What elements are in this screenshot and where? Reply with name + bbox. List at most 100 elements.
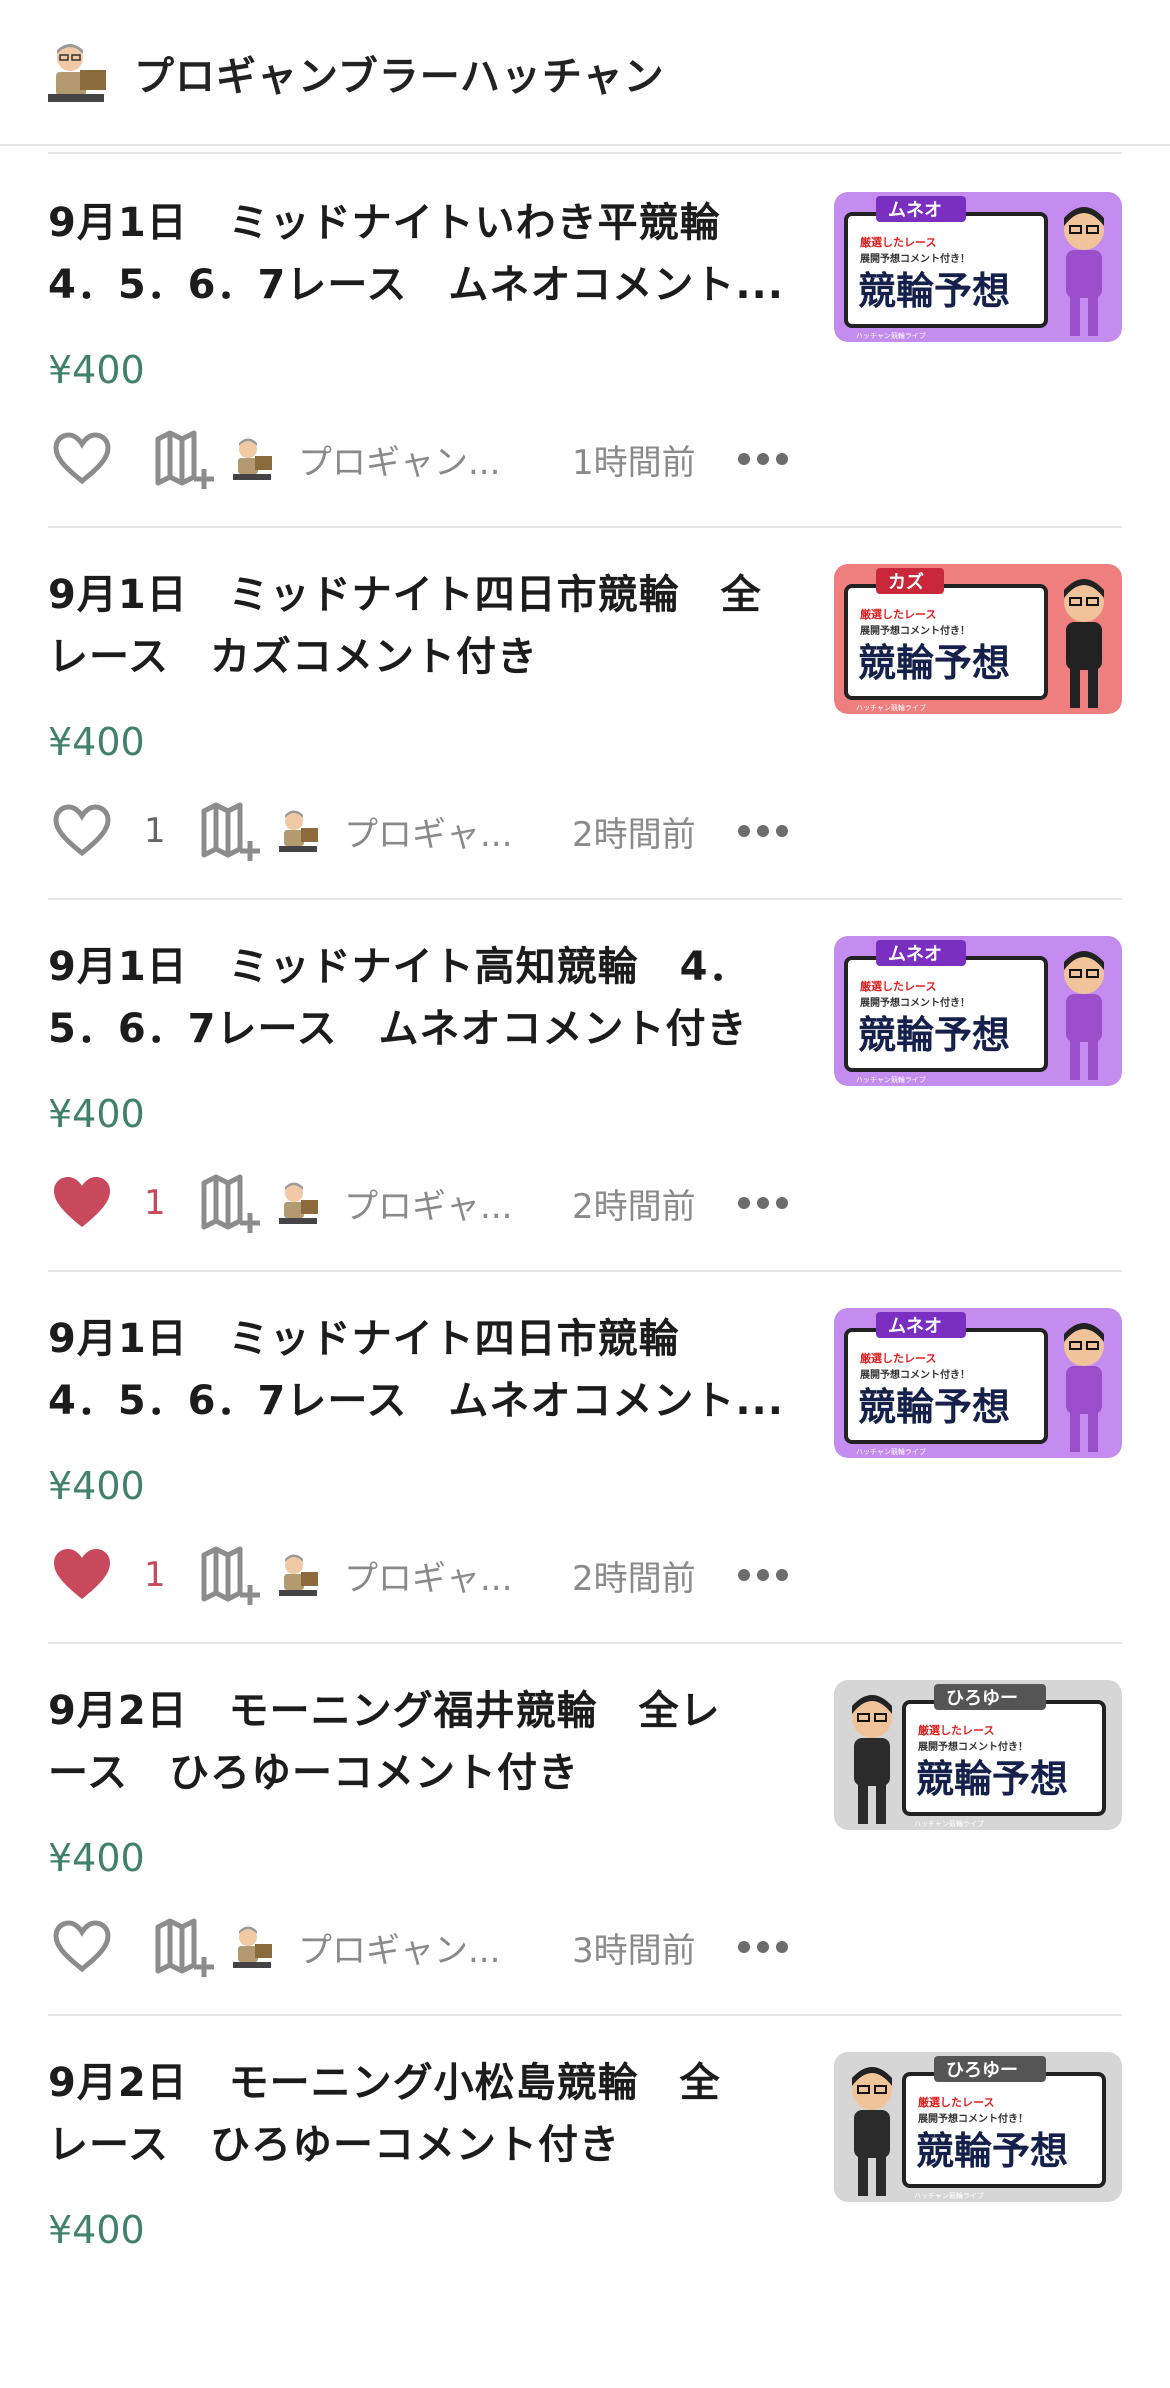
add-to-magazine-icon[interactable]	[198, 1540, 264, 1610]
article-title[interactable]: 9月2日 モーニング小松島競輪 全 レース ひろゆーコメント付き	[48, 2052, 788, 2176]
item-actions: 1 プロギャ... 2時間前	[48, 1168, 1122, 1238]
like-count: 1	[144, 1183, 166, 1223]
svg-text:競輪予想: 競輪予想	[858, 1013, 1010, 1057]
avatar-icon[interactable]	[40, 36, 112, 108]
divider	[48, 152, 1122, 154]
like-heart-icon[interactable]	[52, 1540, 114, 1610]
list-item[interactable]: 9月2日 モーニング小松島競輪 全 レース ひろゆーコメント付き ¥400 ひろ…	[0, 2016, 1170, 2388]
article-title[interactable]: 9月1日 ミッドナイトいわき平競輪 4．5．6．7レース ムネオコメント...	[48, 192, 788, 316]
author-name[interactable]: プロギャ...	[344, 1168, 512, 1238]
article-title[interactable]: 9月1日 ミッドナイト四日市競輪 4．5．6．7レース ムネオコメント...	[48, 1308, 788, 1432]
posted-time: 1時間前	[572, 442, 696, 483]
item-actions: 1 プロギャ... 2時間前	[48, 1540, 1122, 1610]
svg-text:ハッチャン競輪ライブ: ハッチャン競輪ライブ	[856, 703, 926, 712]
thumbnail-image[interactable]: カズ 厳選したレース 展開予想コメント付き！ 競輪予想 ハッチャン競輪ライブ	[834, 564, 1122, 714]
add-to-magazine-icon[interactable]	[198, 796, 264, 866]
posted-time: 2時間前	[572, 814, 696, 855]
article-thumbnail[interactable]: カズ 厳選したレース 展開予想コメント付き！ 競輪予想 ハッチャン競輪ライブ	[834, 564, 1122, 714]
svg-text:競輪予想: 競輪予想	[916, 1757, 1068, 1801]
add-to-magazine-icon[interactable]	[198, 1168, 264, 1238]
list-item[interactable]: 9月1日 ミッドナイト四日市競輪 4．5．6．7レース ムネオコメント... ¥…	[0, 1272, 1170, 1644]
svg-text:競輪予想: 競輪予想	[858, 1385, 1010, 1429]
list-item[interactable]: 9月1日 ミッドナイトいわき平競輪 4．5．6．7レース ムネオコメント... …	[0, 156, 1170, 528]
svg-text:ハッチャン競輪ライブ: ハッチャン競輪ライブ	[856, 331, 926, 340]
thumbnail-image[interactable]: ムネオ 厳選したレース 展開予想コメント付き！ 競輪予想 ハッチャン競輪ライブ	[834, 192, 1122, 342]
price: ¥400	[48, 1464, 145, 1508]
app-header: プロギャンブラーハッチャン	[0, 0, 1170, 146]
more-options-icon[interactable]	[738, 424, 788, 494]
svg-text:ハッチャン競輪ライブ: ハッチャン競輪ライブ	[856, 1075, 926, 1084]
svg-text:競輪予想: 競輪予想	[916, 2129, 1068, 2173]
svg-text:展開予想コメント付き！: 展開予想コメント付き！	[860, 1368, 970, 1381]
author-name[interactable]: プロギャ...	[344, 796, 512, 866]
svg-text:競輪予想: 競輪予想	[858, 269, 1010, 313]
list-item[interactable]: 9月1日 ミッドナイト四日市競輪 全 レース カズコメント付き ¥400 カズ …	[0, 528, 1170, 900]
article-list: 9月1日 ミッドナイトいわき平競輪 4．5．6．7レース ムネオコメント... …	[0, 156, 1170, 2388]
more-options-icon[interactable]	[738, 1912, 788, 1982]
like-heart-icon[interactable]	[52, 424, 114, 494]
author-avatar[interactable]	[228, 1922, 276, 1970]
thumbnail-image[interactable]: ムネオ 厳選したレース 展開予想コメント付き！ 競輪予想 ハッチャン競輪ライブ	[834, 1308, 1122, 1458]
add-to-magazine-icon[interactable]	[152, 1912, 218, 1982]
posted-time: 2時間前	[572, 1558, 696, 1599]
item-actions: 1 プロギャ... 2時間前	[48, 796, 1122, 866]
article-title[interactable]: 9月2日 モーニング福井競輪 全レ ース ひろゆーコメント付き	[48, 1680, 788, 1804]
price: ¥400	[48, 1092, 145, 1136]
article-title-line: 5．6．7レース ムネオコメント付き	[48, 1006, 748, 1052]
list-item[interactable]: 9月2日 モーニング福井競輪 全レ ース ひろゆーコメント付き ¥400 ひろゆ…	[0, 1644, 1170, 2016]
article-title[interactable]: 9月1日 ミッドナイト高知競輪 4． 5．6．7レース ムネオコメント付き	[48, 936, 788, 1060]
svg-text:厳選したレース: 厳選したレース	[860, 607, 936, 621]
author-name[interactable]: プロギャン...	[298, 424, 500, 494]
more-options-icon[interactable]	[738, 1168, 788, 1238]
svg-text:ムネオ: ムネオ	[888, 200, 942, 221]
article-title-line: 4．5．6．7レース ムネオコメント...	[48, 1378, 784, 1424]
article-title-line: レース ひろゆーコメント付き	[48, 2122, 620, 2168]
price: ¥400	[48, 348, 145, 392]
list-item[interactable]: 9月1日 ミッドナイト高知競輪 4． 5．6．7レース ムネオコメント付き ¥4…	[0, 900, 1170, 1272]
more-options-icon[interactable]	[738, 1540, 788, 1610]
posted-time: 2時間前	[572, 1186, 696, 1227]
article-title-line: 9月1日 ミッドナイト四日市競輪 全	[48, 572, 762, 618]
svg-text:展開予想コメント付き！: 展開予想コメント付き！	[918, 1740, 1028, 1753]
article-title-line: ース ひろゆーコメント付き	[48, 1750, 579, 1796]
author-name[interactable]: プロギャン...	[298, 1912, 500, 1982]
svg-text:ひろゆー: ひろゆー	[946, 1688, 1018, 1709]
like-heart-icon[interactable]	[52, 1168, 114, 1238]
article-title-line: 9月1日 ミッドナイトいわき平競輪	[48, 200, 721, 246]
article-thumbnail[interactable]: ムネオ 厳選したレース 展開予想コメント付き！ 競輪予想 ハッチャン競輪ライブ	[834, 936, 1122, 1086]
article-thumbnail[interactable]: ムネオ 厳選したレース 展開予想コメント付き！ 競輪予想 ハッチャン競輪ライブ	[834, 192, 1122, 342]
add-to-magazine-icon[interactable]	[152, 424, 218, 494]
svg-text:厳選したレース: 厳選したレース	[918, 1723, 994, 1737]
svg-text:ハッチャン競輪ライブ: ハッチャン競輪ライブ	[914, 1819, 984, 1828]
author-avatar[interactable]	[274, 806, 322, 854]
svg-text:厳選したレース: 厳選したレース	[860, 235, 936, 249]
article-thumbnail[interactable]: ひろゆー 厳選したレース 展開予想コメント付き！ 競輪予想 ハッチャン競輪ライブ	[834, 2052, 1122, 2202]
author-avatar[interactable]	[274, 1550, 322, 1598]
item-actions: プロギャン... 1時間前	[48, 424, 1122, 494]
article-title-line: 9月1日 ミッドナイト四日市競輪	[48, 1316, 680, 1362]
article-thumbnail[interactable]: ムネオ 厳選したレース 展開予想コメント付き！ 競輪予想 ハッチャン競輪ライブ	[834, 1308, 1122, 1458]
article-title-line: レース カズコメント付き	[48, 634, 538, 680]
price: ¥400	[48, 720, 145, 764]
svg-text:展開予想コメント付き！: 展開予想コメント付き！	[918, 2112, 1028, 2125]
author-name[interactable]: プロギャ...	[344, 1540, 512, 1610]
article-title-line: 4．5．6．7レース ムネオコメント...	[48, 262, 784, 308]
article-title[interactable]: 9月1日 ミッドナイト四日市競輪 全 レース カズコメント付き	[48, 564, 788, 688]
thumbnail-image[interactable]: ムネオ 厳選したレース 展開予想コメント付き！ 競輪予想 ハッチャン競輪ライブ	[834, 936, 1122, 1086]
article-title-line: 9月2日 モーニング小松島競輪 全	[48, 2060, 721, 2106]
like-heart-icon[interactable]	[52, 1912, 114, 1982]
more-options-icon[interactable]	[738, 796, 788, 866]
svg-text:競輪予想: 競輪予想	[858, 641, 1010, 685]
author-avatar[interactable]	[274, 1178, 322, 1226]
svg-text:厳選したレース: 厳選したレース	[860, 979, 936, 993]
article-thumbnail[interactable]: ひろゆー 厳選したレース 展開予想コメント付き！ 競輪予想 ハッチャン競輪ライブ	[834, 1680, 1122, 1830]
article-title-line: 9月1日 ミッドナイト高知競輪 4．	[48, 944, 750, 990]
like-heart-icon[interactable]	[52, 796, 114, 866]
svg-text:カズ: カズ	[888, 571, 924, 593]
page-title: プロギャンブラーハッチャン	[134, 54, 665, 100]
author-avatar[interactable]	[228, 434, 276, 482]
svg-text:展開予想コメント付き！: 展開予想コメント付き！	[860, 252, 970, 265]
thumbnail-image[interactable]: ひろゆー 厳選したレース 展開予想コメント付き！ 競輪予想 ハッチャン競輪ライブ	[834, 2052, 1122, 2202]
svg-text:厳選したレース: 厳選したレース	[860, 1351, 936, 1365]
thumbnail-image[interactable]: ひろゆー 厳選したレース 展開予想コメント付き！ 競輪予想 ハッチャン競輪ライブ	[834, 1680, 1122, 1830]
